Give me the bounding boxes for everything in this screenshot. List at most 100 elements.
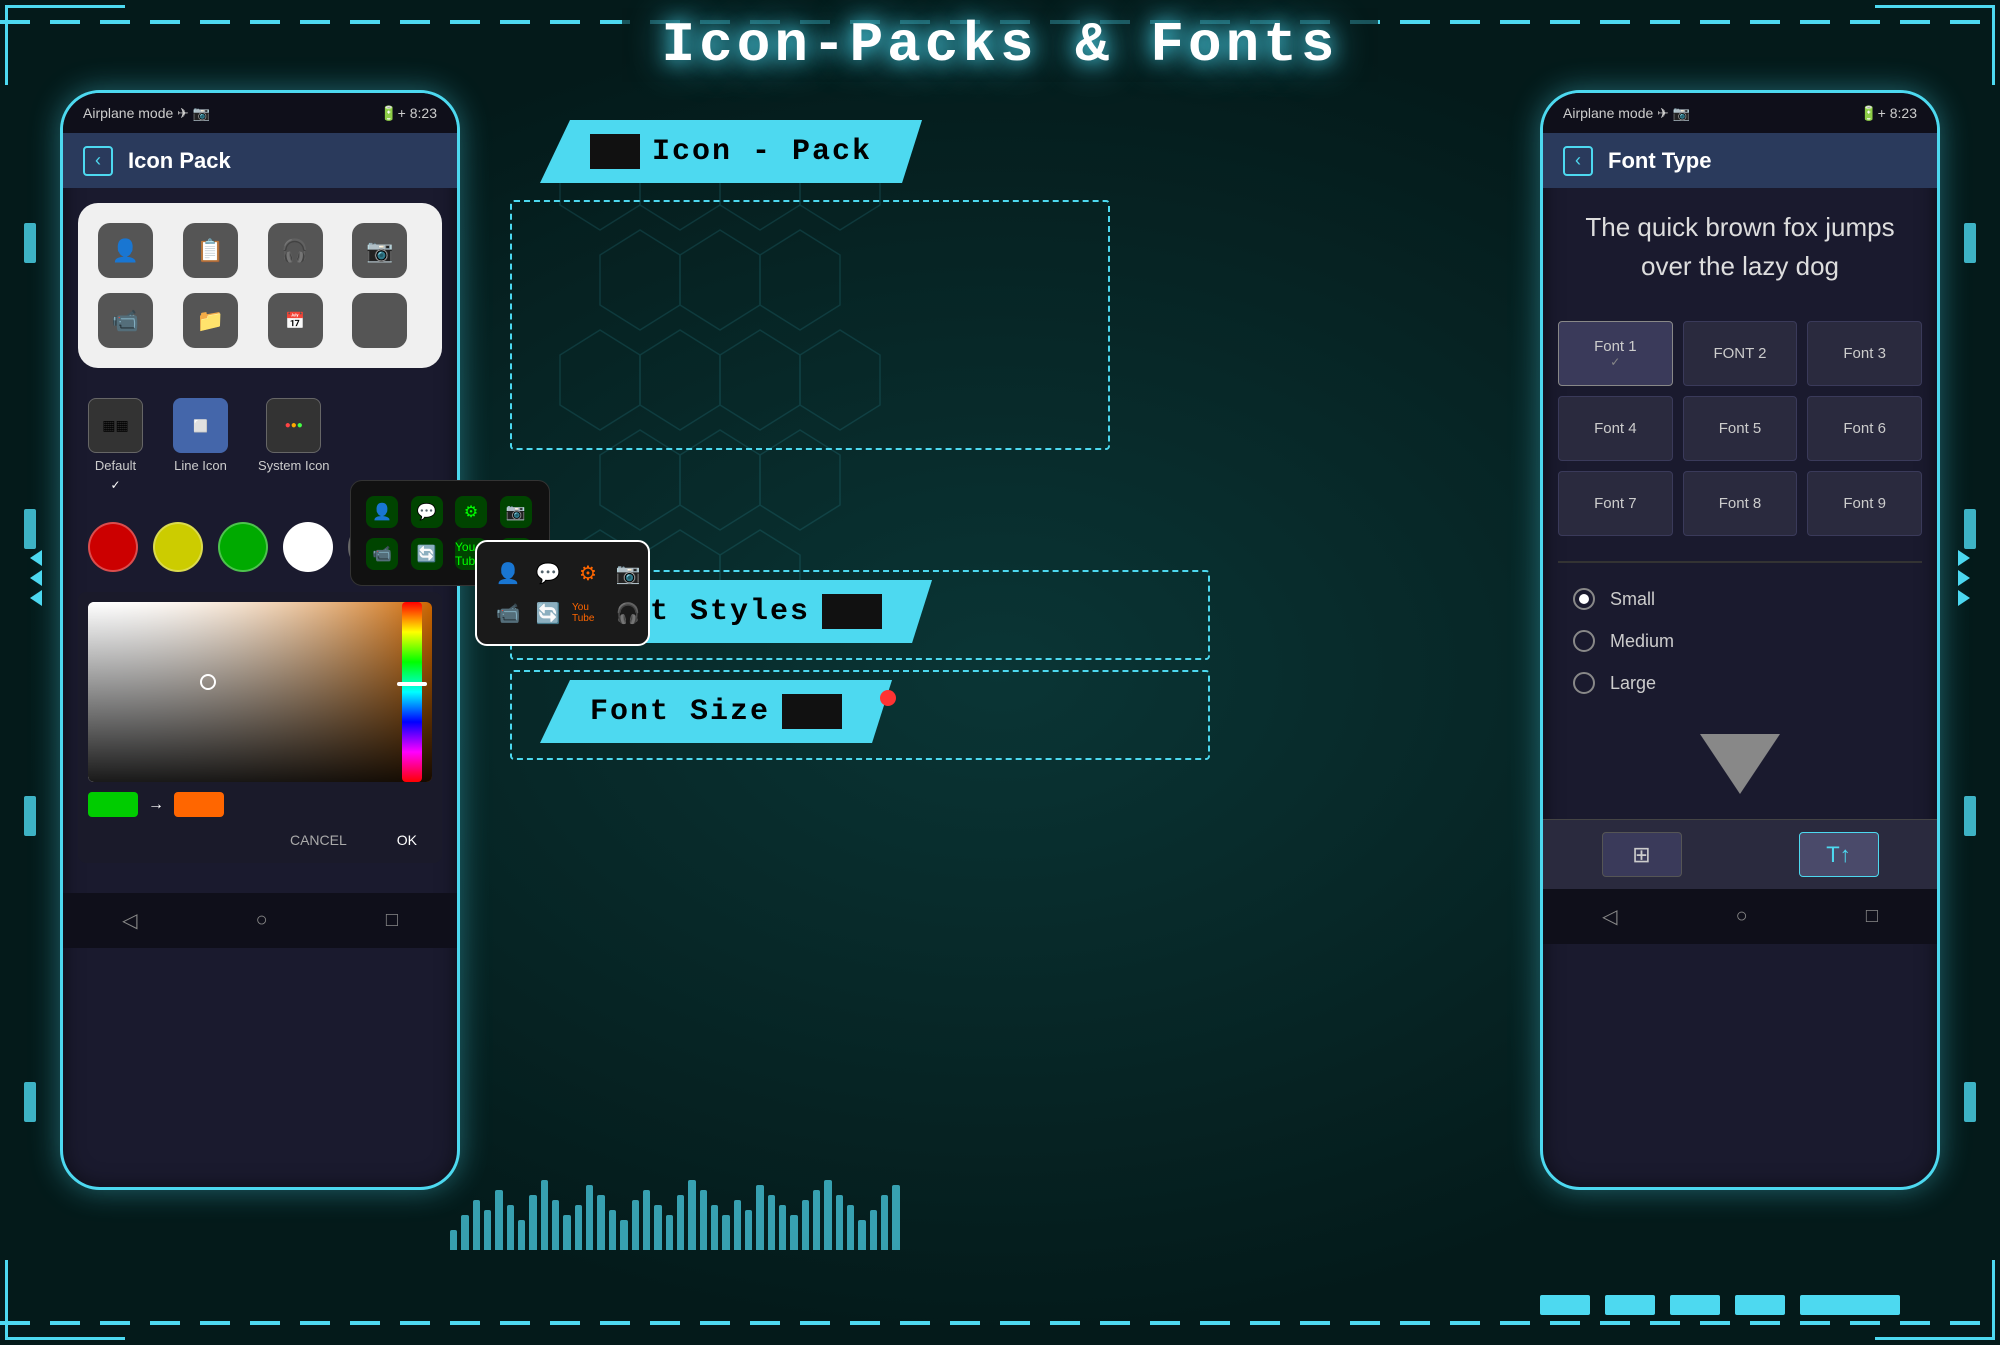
orange-icon-6: 🔄 <box>532 597 564 629</box>
status-right-left: Airplane mode ✈ 📷 <box>1563 105 1690 122</box>
app-icon-contacts[interactable]: 👤 <box>98 223 153 278</box>
toolbar-icon-button[interactable]: ⊞ <box>1602 832 1682 877</box>
center-area: Icon - Pack Font Styles Font Size <box>480 90 1520 1255</box>
chevron-right-icon <box>1958 590 1970 606</box>
orange-icon-1: 👤 <box>492 557 524 589</box>
radio-size-small[interactable]: Small <box>1573 588 1907 610</box>
font-cell-6[interactable]: Font 6 <box>1807 396 1922 461</box>
app-icon-calendar[interactable]: 📅 <box>268 293 323 348</box>
phone-frame-left: Airplane mode ✈ 📷 🔋+ 8:23 ‹ Icon Pack 👤 … <box>60 90 460 1190</box>
side-segment <box>24 1082 36 1122</box>
side-segment <box>1964 223 1976 263</box>
app-icon-messages[interactable]: 📋 <box>183 223 238 278</box>
top-border: Icon-Packs & Fonts <box>0 0 2000 90</box>
font-cell-2[interactable]: FONT 2 <box>1683 321 1798 386</box>
icon-type-system-img: ● ● ● <box>266 398 321 453</box>
icon-type-default[interactable]: ▦▦ Default ✓ <box>88 398 143 492</box>
font-size-radio-group: Small Medium Large <box>1543 573 1937 709</box>
color-swatch-yellow[interactable] <box>153 522 203 572</box>
mini-icon-4: 📷 <box>500 496 532 528</box>
status-right-right: 🔋+ 8:23 <box>1860 105 1917 122</box>
app-icon-video[interactable]: 📹 <box>98 293 153 348</box>
icon-type-system[interactable]: ● ● ● System Icon <box>258 398 330 492</box>
nav-recent-right[interactable]: □ <box>1866 905 1878 928</box>
triangle-container <box>1543 724 1937 804</box>
cancel-button[interactable]: CANCEL <box>275 827 362 853</box>
orange-icon-4: 📷 <box>612 557 644 589</box>
phone-frame-right: Airplane mode ✈ 📷 🔋+ 8:23 ‹ Font Type Th… <box>1540 90 1940 1190</box>
triangle-indicator <box>1700 734 1780 794</box>
hue-handle <box>397 682 427 686</box>
orange-icon-7: You Tube <box>572 597 604 629</box>
font-cell-4[interactable]: Font 4 <box>1558 396 1673 461</box>
picker-cursor[interactable] <box>200 674 216 690</box>
color-picker: → CANCEL OK <box>78 592 442 863</box>
radio-circle <box>1573 672 1595 694</box>
bottom-dots <box>1540 1295 1900 1315</box>
phone-nav-left: ◁ ○ □ <box>63 893 457 948</box>
mini-icon-5: 📹 <box>366 538 398 570</box>
title-bar-right: ‹ Font Type <box>1543 133 1937 188</box>
status-left-text: Airplane mode ✈ 📷 <box>83 105 210 122</box>
dot-3 <box>1670 1295 1720 1315</box>
icon-type-line-label: Line Icon <box>174 458 227 473</box>
mini-icon-2: 💬 <box>411 496 443 528</box>
nav-home-icon[interactable]: ○ <box>256 909 268 932</box>
phone-bottom-toolbar: ⊞ T↑ <box>1543 819 1937 889</box>
back-button-right[interactable]: ‹ <box>1563 146 1593 176</box>
font-check: ✓ <box>1610 355 1620 369</box>
status-right-text: 🔋+ 8:23 <box>380 105 437 122</box>
icon-pack-dashed-box <box>510 200 1110 450</box>
radio-circle <box>1573 588 1595 610</box>
radio-label: Large <box>1610 673 1656 694</box>
font-cell-8[interactable]: Font 8 <box>1683 471 1798 536</box>
color-result-row: → <box>88 792 432 817</box>
nav-recent-icon[interactable]: □ <box>386 909 398 932</box>
radio-circle <box>1573 630 1595 652</box>
ok-button[interactable]: OK <box>382 827 432 853</box>
app-icon-camera[interactable]: 📷 <box>352 223 407 278</box>
color-swatch-white[interactable] <box>283 522 333 572</box>
back-button-left[interactable]: ‹ <box>83 146 113 176</box>
toolbar-font-button[interactable]: T↑ <box>1799 832 1879 877</box>
app-icon-headphones[interactable]: 🎧 <box>268 223 323 278</box>
status-bar-left: Airplane mode ✈ 📷 🔋+ 8:23 <box>63 93 457 133</box>
color-swatch-red[interactable] <box>88 522 138 572</box>
icon-pack-label-text: Icon - Pack <box>652 135 872 169</box>
orange-icon-2: 💬 <box>532 557 564 589</box>
icon-type-line[interactable]: ⬜ Line Icon <box>173 398 228 492</box>
left-arrows <box>30 550 42 606</box>
hue-slider[interactable] <box>402 602 422 782</box>
color-swatch-green[interactable] <box>218 522 268 572</box>
nav-back-icon[interactable]: ◁ <box>122 908 137 933</box>
radio-size-medium[interactable]: Medium <box>1573 630 1907 652</box>
mini-icon-3: ⚙ <box>455 496 487 528</box>
icon-type-default-check: ✓ <box>110 478 120 492</box>
orange-icon-5: 📹 <box>492 597 524 629</box>
font-cell-1[interactable]: Font 1✓ <box>1558 321 1673 386</box>
icon-type-default-label: Default <box>95 458 136 473</box>
font-cell-5[interactable]: Font 5 <box>1683 396 1798 461</box>
color-from <box>88 792 138 817</box>
font-cell-9[interactable]: Font 9 <box>1807 471 1922 536</box>
preview-text: The quick brown fox jumps over the lazy … <box>1543 188 1937 306</box>
side-decoration-left <box>0 100 60 1245</box>
page-title: Icon-Packs & Fonts <box>622 8 1379 82</box>
dot-5 <box>1800 1295 1900 1315</box>
nav-home-right[interactable]: ○ <box>1736 905 1748 928</box>
nav-back-right[interactable]: ◁ <box>1602 904 1617 929</box>
phone-right: Airplane mode ✈ 📷 🔋+ 8:23 ‹ Font Type Th… <box>1520 90 1940 1255</box>
side-segment <box>1964 796 1976 836</box>
radio-size-large[interactable]: Large <box>1573 672 1907 694</box>
app-icon-folder[interactable]: 📁 <box>183 293 238 348</box>
chevron-right-icon <box>1958 550 1970 566</box>
mini-icon-1: 👤 <box>366 496 398 528</box>
font-cell-3[interactable]: Font 3 <box>1807 321 1922 386</box>
title-bar-left: ‹ Icon Pack <box>63 133 457 188</box>
side-segment <box>24 509 36 549</box>
icon-type-default-img: ▦▦ <box>88 398 143 453</box>
side-segment <box>1964 1082 1976 1122</box>
color-gradient[interactable] <box>88 602 432 782</box>
font-cell-7[interactable]: Font 7 <box>1558 471 1673 536</box>
picker-buttons: CANCEL OK <box>88 827 432 853</box>
